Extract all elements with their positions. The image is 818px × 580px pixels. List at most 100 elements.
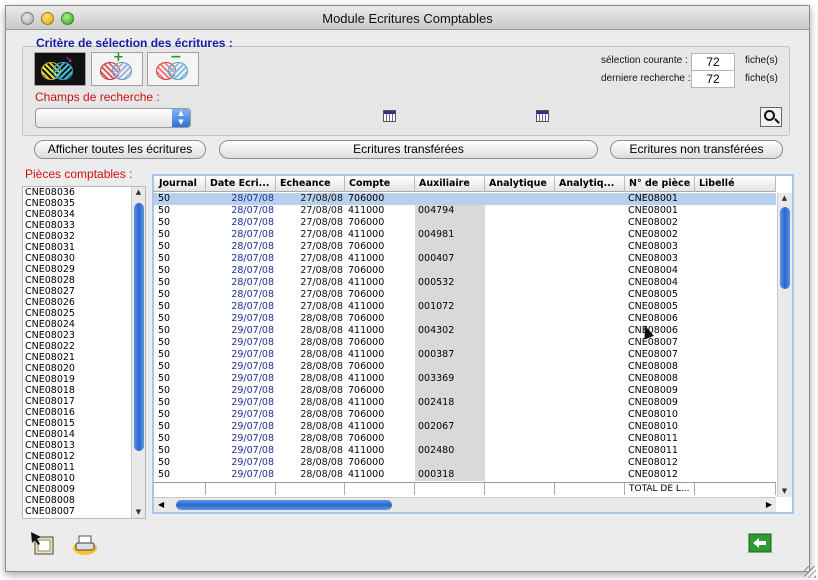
column-header[interactable]: Echeance <box>277 176 345 192</box>
table-row[interactable]: 50 29/07/08 28/08/08 411000 000318 CNE08012 <box>154 469 776 481</box>
list-item[interactable]: CNE08036 <box>23 187 145 198</box>
table-row[interactable]: 50 29/07/08 28/08/08 411000 003369 CNE08008 <box>154 373 776 385</box>
pieces-scrollbar[interactable]: ▲ ▼ <box>131 187 145 518</box>
scroll-down-icon[interactable]: ▼ <box>132 507 145 518</box>
table-row[interactable]: 50 29/07/08 28/08/08 411000 002480 CNE08011 <box>154 445 776 457</box>
list-item[interactable]: CNE08013 <box>23 440 145 451</box>
table-vscroll-thumb[interactable] <box>780 207 790 289</box>
column-header[interactable]: Date Ecri... <box>207 176 276 192</box>
list-item[interactable]: CNE08030 <box>23 253 145 264</box>
list-item[interactable]: CNE08021 <box>23 352 145 363</box>
list-item[interactable]: CNE08018 <box>23 385 145 396</box>
list-item[interactable]: CNE08025 <box>23 308 145 319</box>
show-all-button[interactable]: Afficher toutes les écritures <box>34 140 206 159</box>
list-item[interactable]: CNE08017 <box>23 396 145 407</box>
scroll-up-icon[interactable]: ▲ <box>778 193 791 204</box>
column-header[interactable]: Compte <box>346 176 415 192</box>
edit-button[interactable] <box>30 531 56 557</box>
footer-cell <box>416 483 485 495</box>
table-row[interactable]: 50 29/07/08 28/08/08 706000 CNE08008 <box>154 361 776 373</box>
search-field-popup[interactable]: ▲ ▼ <box>35 108 191 128</box>
scroll-left-icon[interactable]: ◀ <box>158 500 164 509</box>
calendar-icon[interactable] <box>383 110 396 122</box>
table-row[interactable]: 50 28/07/08 27/08/08 411000 000532 CNE08004 <box>154 277 776 289</box>
last-search-count-field: 72 <box>691 70 735 88</box>
column-header[interactable]: Analytiq... <box>556 176 625 192</box>
transferred-button[interactable]: Ecritures transférées <box>219 140 598 159</box>
table-row[interactable]: 50 28/07/08 27/08/08 706000 CNE08002 <box>154 217 776 229</box>
back-button[interactable] <box>748 533 772 553</box>
list-item[interactable]: CNE08034 <box>23 209 145 220</box>
pieces-scroll-thumb[interactable] <box>134 203 144 451</box>
list-item[interactable]: CNE08022 <box>23 341 145 352</box>
list-item[interactable]: CNE08009 <box>23 484 145 495</box>
list-item[interactable]: CNE08023 <box>23 330 145 341</box>
list-item[interactable]: CNE08008 <box>23 495 145 506</box>
list-item[interactable]: CNE08019 <box>23 374 145 385</box>
list-item[interactable]: CNE08028 <box>23 275 145 286</box>
resize-grip-icon[interactable] <box>804 566 816 578</box>
table-row[interactable]: 50 28/07/08 27/08/08 706000 CNE08001 <box>154 193 776 205</box>
table-row[interactable]: 50 28/07/08 27/08/08 706000 CNE08004 <box>154 265 776 277</box>
column-header[interactable]: N° de pièce <box>626 176 695 192</box>
table-cell: CNE08005 <box>628 289 678 300</box>
remove-selection-button[interactable]: − <box>147 49 199 86</box>
add-selection-button[interactable]: + <box>91 50 143 86</box>
table-row[interactable]: 50 28/07/08 27/08/08 411000 000407 CNE08003 <box>154 253 776 265</box>
table-row[interactable]: 50 29/07/08 28/08/08 706000 CNE08011 <box>154 433 776 445</box>
table-row[interactable]: 50 28/07/08 27/08/08 411000 004794 CNE08001 <box>154 205 776 217</box>
list-item[interactable]: CNE08026 <box>23 297 145 308</box>
list-item[interactable]: CNE08027 <box>23 286 145 297</box>
table-row[interactable]: 50 29/07/08 28/08/08 706000 CNE08012 <box>154 457 776 469</box>
list-item[interactable]: CNE08010 <box>23 473 145 484</box>
table-row[interactable]: 50 29/07/08 28/08/08 411000 000387 CNE08007 <box>154 349 776 361</box>
table-row[interactable]: 50 29/07/08 28/08/08 411000 002418 CNE08009 <box>154 397 776 409</box>
printer-icon <box>73 535 97 555</box>
list-item[interactable]: CNE08015 <box>23 418 145 429</box>
table-row[interactable]: 50 29/07/08 28/08/08 706000 CNE08010 <box>154 409 776 421</box>
list-item[interactable]: CNE08032 <box>23 231 145 242</box>
table-row[interactable]: 50 28/07/08 27/08/08 411000 004981 CNE08002 <box>154 229 776 241</box>
table-cell <box>488 301 553 313</box>
title-bar[interactable]: Module Ecritures Comptables <box>6 6 809 30</box>
table-row[interactable]: 50 28/07/08 27/08/08 706000 CNE08005 <box>154 289 776 301</box>
entries-table[interactable]: Journal Date Ecri... Echeance Compte Auxilia… <box>152 174 794 514</box>
not-transferred-button[interactable]: Ecritures non transférées <box>610 140 783 159</box>
list-item[interactable]: CNE08014 <box>23 429 145 440</box>
table-hscroll-thumb[interactable] <box>176 500 392 510</box>
list-item[interactable]: CNE08016 <box>23 407 145 418</box>
table-row[interactable]: 50 28/07/08 27/08/08 411000 001072 CNE08005 <box>154 301 776 313</box>
list-item[interactable]: CNE08033 <box>23 220 145 231</box>
calendar-icon[interactable] <box>536 110 549 122</box>
list-item[interactable]: CNE08035 <box>23 198 145 209</box>
table-row[interactable]: 50 28/07/08 27/08/08 706000 CNE08003 <box>154 241 776 253</box>
pieces-list[interactable]: CNE08036 CNE08035 CNE08034 CNE08033 CNE08032… <box>22 186 146 519</box>
table-row[interactable]: 50 29/07/08 28/08/08 706000 CNE08006 <box>154 313 776 325</box>
table-hscrollbar[interactable]: ◀ ▶ <box>154 497 776 512</box>
column-header[interactable]: Auxiliaire <box>416 176 485 192</box>
list-item[interactable]: CNE08020 <box>23 363 145 374</box>
column-header[interactable]: Libellé <box>696 176 776 192</box>
table-cell: 27/08/08 <box>300 241 343 252</box>
table-vscrollbar[interactable]: ▲ ▼ <box>777 193 792 497</box>
column-header[interactable]: Analytique <box>486 176 555 192</box>
scroll-right-icon[interactable]: ▶ <box>766 500 772 509</box>
select-all-button[interactable]: ↘ <box>34 52 86 86</box>
list-item[interactable]: CNE08012 <box>23 451 145 462</box>
table-row[interactable]: 50 29/07/08 28/08/08 411000 004302 CNE08006 <box>154 325 776 337</box>
table-row[interactable]: 50 29/07/08 28/08/08 411000 002067 CNE08010 <box>154 421 776 433</box>
list-item[interactable]: CNE08024 <box>23 319 145 330</box>
list-item[interactable]: CNE08029 <box>23 264 145 275</box>
list-item[interactable]: CNE08007 <box>23 506 145 517</box>
table-row[interactable]: 50 29/07/08 28/08/08 706000 CNE08007 <box>154 337 776 349</box>
table-row[interactable]: 50 29/07/08 28/08/08 706000 CNE08009 <box>154 385 776 397</box>
table-cell <box>558 301 623 313</box>
list-item[interactable]: CNE08031 <box>23 242 145 253</box>
list-item[interactable]: CNE08011 <box>23 462 145 473</box>
scroll-up-icon[interactable]: ▲ <box>132 187 145 198</box>
scroll-down-icon[interactable]: ▼ <box>778 486 791 497</box>
print-button[interactable] <box>72 531 98 557</box>
table-cell: 50 <box>158 193 171 204</box>
search-button[interactable] <box>760 107 782 127</box>
column-header[interactable]: Journal <box>156 176 206 192</box>
